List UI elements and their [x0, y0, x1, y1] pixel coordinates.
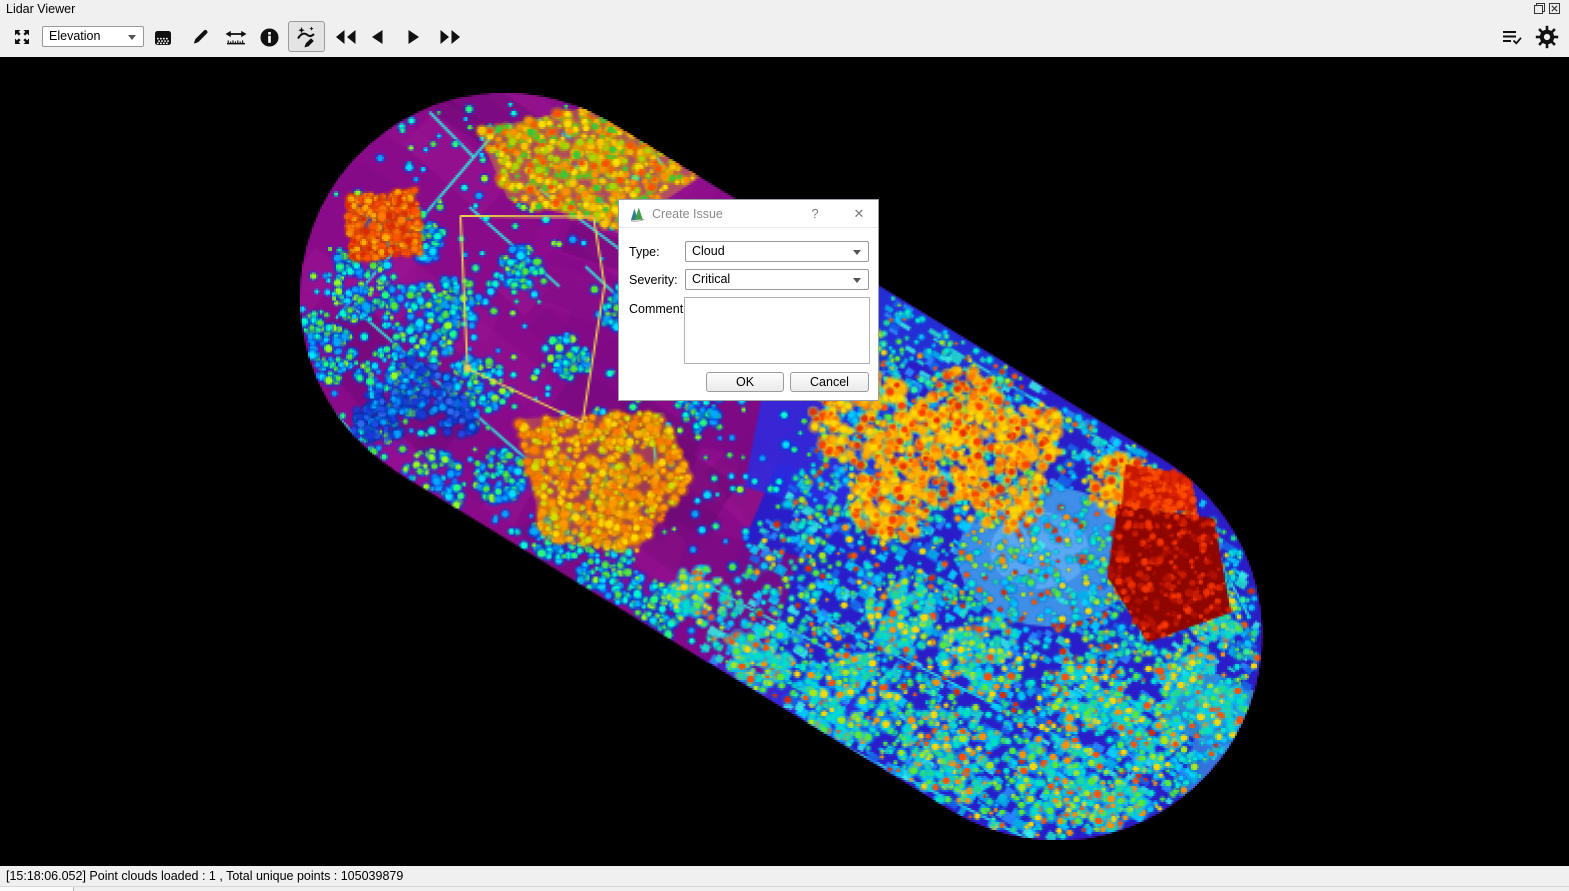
annotate-wand-icon — [295, 25, 318, 49]
status-bar: [15:18:06.052] Point clouds loaded : 1 ,… — [0, 866, 1569, 886]
create-issue-dialog: Create Issue ? ✕ Type: Cloud Severity: C… — [618, 199, 879, 401]
layer-select-value: Elevation — [49, 29, 100, 43]
close-window-icon[interactable] — [1548, 2, 1561, 15]
window-titlebar[interactable]: Lidar Viewer — [0, 0, 1569, 18]
lidar-viewport[interactable] — [0, 57, 1569, 866]
info-icon[interactable] — [260, 28, 279, 47]
dialog-help-button[interactable]: ? — [807, 206, 823, 221]
status-text: [15:18:06.052] Point clouds loaded : 1 ,… — [6, 869, 403, 883]
app-logo-icon — [629, 207, 646, 222]
chevron-down-icon — [128, 35, 136, 40]
ok-button[interactable]: OK — [706, 372, 784, 392]
chevron-down-icon — [853, 278, 861, 283]
pencil-draw-icon[interactable] — [191, 27, 210, 46]
bottom-scrollbar[interactable] — [0, 886, 1569, 891]
restore-window-icon[interactable] — [1533, 2, 1546, 15]
comment-field[interactable] — [684, 297, 870, 364]
dialog-close-button[interactable]: ✕ — [851, 206, 867, 222]
cancel-button[interactable]: Cancel — [790, 372, 869, 392]
settings-gear-icon[interactable] — [1535, 25, 1559, 49]
scrollbar-thumb[interactable] — [0, 887, 74, 891]
view-list-check-icon[interactable] — [1501, 28, 1523, 47]
annotate-wand-button[interactable] — [288, 21, 325, 52]
rewind-icon[interactable] — [335, 29, 357, 45]
type-dropdown[interactable]: Cloud — [685, 241, 869, 262]
dialog-title: Create Issue — [652, 207, 723, 221]
fast-forward-icon[interactable] — [439, 29, 461, 45]
type-label: Type: — [629, 245, 660, 259]
window-title: Lidar Viewer — [6, 2, 75, 16]
comment-label: Comment: — [629, 302, 687, 316]
chevron-down-icon — [853, 250, 861, 255]
type-value: Cloud — [692, 244, 725, 258]
pointcloud-canvas[interactable] — [0, 57, 1569, 866]
measure-distance-icon[interactable] — [224, 28, 248, 46]
severity-label: Severity: — [629, 273, 678, 287]
expand-arrows-icon[interactable] — [13, 28, 31, 46]
dialog-titlebar[interactable]: Create Issue ? ✕ — [619, 200, 878, 228]
play-icon[interactable] — [407, 29, 421, 45]
main-toolbar: Elevation — [0, 18, 1569, 57]
step-back-icon[interactable] — [370, 29, 384, 45]
raster-grid-icon[interactable] — [154, 29, 172, 47]
severity-dropdown[interactable]: Critical — [685, 269, 869, 290]
severity-value: Critical — [692, 272, 730, 286]
layer-select-dropdown[interactable]: Elevation — [42, 26, 144, 47]
